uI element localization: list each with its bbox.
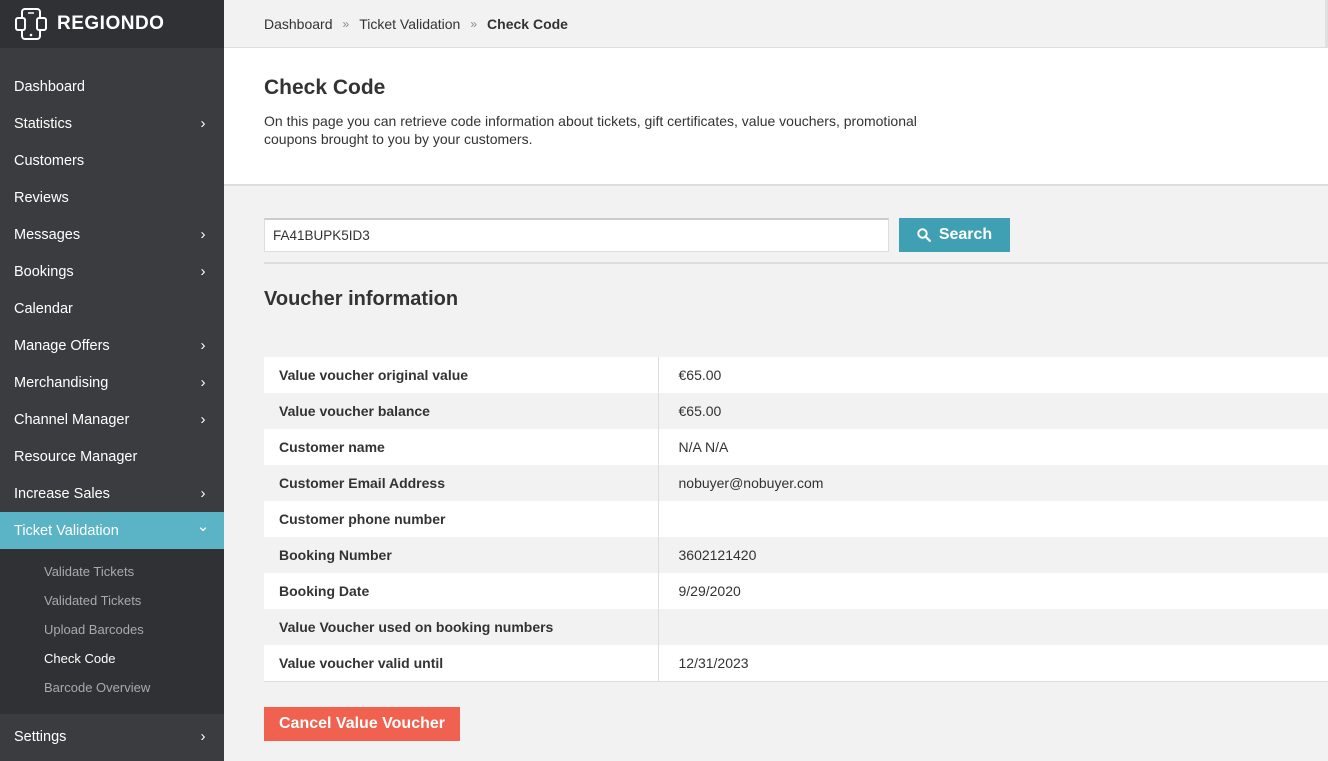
sidebar-item-label: Dashboard bbox=[14, 78, 85, 95]
sidebar-item-label: Customers bbox=[14, 152, 85, 169]
sidebar-item-statistics[interactable]: Statistics › bbox=[0, 105, 224, 142]
voucher-info-title: Voucher information bbox=[264, 288, 459, 310]
sidebar-nav: Dashboard Statistics › Customers Reviews Mess… bbox=[0, 48, 224, 714]
table-row: Customer Email Address nobuyer@nobuyer.co… bbox=[264, 465, 1328, 501]
breadcrumb: Dashboard » Ticket Validation » Check Co… bbox=[224, 0, 1328, 48]
chevron-right-icon: › bbox=[200, 373, 206, 391]
table-row: Customer phone number bbox=[264, 501, 1328, 537]
info-value: €65.00 bbox=[658, 393, 1328, 429]
sidebar-item-label: Calendar bbox=[14, 300, 73, 317]
regiondo-logo-icon bbox=[15, 8, 47, 40]
subnav-item-validated-tickets[interactable]: Validated Tickets bbox=[0, 586, 224, 615]
sidebar-item-label: Channel Manager bbox=[14, 411, 130, 428]
sidebar-item-label: Merchandising bbox=[14, 374, 109, 391]
info-key: Value voucher original value bbox=[264, 357, 659, 393]
sidebar-item-increase-sales[interactable]: Increase Sales › bbox=[0, 475, 224, 512]
sidebar-item-messages[interactable]: Messages › bbox=[0, 216, 224, 253]
breadcrumb-dashboard[interactable]: Dashboard bbox=[264, 16, 333, 32]
info-key: Value voucher valid until bbox=[264, 645, 659, 682]
subnav-item-check-code[interactable]: Check Code bbox=[0, 644, 224, 673]
chevron-right-icon: › bbox=[200, 410, 206, 428]
chevron-right-icon: › bbox=[200, 484, 206, 502]
sidebar-item-settings[interactable]: Settings › bbox=[0, 718, 224, 755]
page-title: Check Code bbox=[264, 76, 386, 99]
brand-name: REGIONDO bbox=[57, 13, 165, 34]
subnav-item-validate-tickets[interactable]: Validate Tickets bbox=[0, 557, 224, 586]
voucher-info-table: Value voucher original value €65.00 Value … bbox=[264, 357, 1328, 682]
ticket-validation-subnav: Validate Tickets Validated Tickets Upload … bbox=[0, 549, 224, 714]
subnav-item-upload-barcodes[interactable]: Upload Barcodes bbox=[0, 615, 224, 644]
info-value: nobuyer@nobuyer.com bbox=[658, 465, 1328, 501]
info-value: 3602121420 bbox=[658, 537, 1328, 573]
table-row: Value Voucher used on booking numbers bbox=[264, 609, 1328, 645]
search-row: Search bbox=[264, 218, 1010, 252]
main-content: Dashboard » Ticket Validation » Check Co… bbox=[224, 0, 1328, 761]
info-value bbox=[658, 609, 1328, 645]
sidebar-item-label: Settings bbox=[14, 728, 67, 745]
chevron-down-icon: ⌄ bbox=[196, 517, 210, 535]
logo-bar[interactable]: REGIONDO bbox=[0, 0, 224, 48]
sidebar-item-reviews[interactable]: Reviews bbox=[0, 179, 224, 216]
search-button[interactable]: Search bbox=[899, 218, 1010, 252]
table-row: Value voucher balance €65.00 bbox=[264, 393, 1328, 429]
chevron-right-icon: › bbox=[200, 225, 206, 243]
sidebar-item-label: Statistics bbox=[14, 115, 73, 132]
table-row: Value voucher valid until 12/31/2023 bbox=[264, 645, 1328, 682]
sidebar-item-label: Manage Offers bbox=[14, 337, 110, 354]
sidebar-item-ticket-validation[interactable]: Ticket Validation ⌄ bbox=[0, 512, 224, 549]
info-value: 12/31/2023 bbox=[658, 645, 1328, 682]
sidebar-item-label: Bookings bbox=[14, 263, 74, 280]
breadcrumb-check-code: Check Code bbox=[487, 15, 568, 32]
info-key: Booking Number bbox=[264, 537, 659, 573]
info-key: Booking Date bbox=[264, 573, 659, 609]
divider bbox=[264, 262, 1328, 264]
table-row: Value voucher original value €65.00 bbox=[264, 357, 1328, 393]
sidebar-item-label: Ticket Validation bbox=[14, 522, 119, 539]
info-value: N/A N/A bbox=[658, 429, 1328, 465]
info-key: Customer phone number bbox=[264, 501, 659, 537]
sidebar-item-resource-manager[interactable]: Resource Manager bbox=[0, 438, 224, 475]
chevron-right-icon: › bbox=[200, 262, 206, 280]
chevron-right-icon: › bbox=[200, 727, 206, 745]
subnav-item-barcode-overview[interactable]: Barcode Overview bbox=[0, 673, 224, 702]
sidebar-item-customers[interactable]: Customers bbox=[0, 142, 224, 179]
table-row: Booking Date 9/29/2020 bbox=[264, 573, 1328, 609]
breadcrumb-separator: » bbox=[470, 16, 478, 31]
chevron-right-icon: › bbox=[200, 336, 206, 354]
sidebar-item-merchandising[interactable]: Merchandising › bbox=[0, 364, 224, 401]
table-row: Booking Number 3602121420 bbox=[264, 537, 1328, 573]
info-key: Customer name bbox=[264, 429, 659, 465]
code-search-input[interactable] bbox=[264, 218, 889, 252]
breadcrumb-ticket-validation[interactable]: Ticket Validation bbox=[359, 16, 460, 32]
sidebar-item-manage-offers[interactable]: Manage Offers › bbox=[0, 327, 224, 364]
page-header: Check Code On this page you can retrieve… bbox=[224, 48, 1328, 186]
search-icon bbox=[917, 228, 931, 242]
sidebar-item-bookings[interactable]: Bookings › bbox=[0, 253, 224, 290]
info-key: Value Voucher used on booking numbers bbox=[264, 609, 659, 645]
sidebar-item-label: Increase Sales bbox=[14, 485, 110, 502]
info-value: €65.00 bbox=[658, 357, 1328, 393]
sidebar-item-calendar[interactable]: Calendar bbox=[0, 290, 224, 327]
info-key: Value voucher balance bbox=[264, 393, 659, 429]
info-value bbox=[658, 501, 1328, 537]
table-row: Customer name N/A N/A bbox=[264, 429, 1328, 465]
sidebar-item-label: Reviews bbox=[14, 189, 69, 206]
cancel-value-voucher-button[interactable]: Cancel Value Voucher bbox=[264, 707, 460, 741]
sidebar-item-channel-manager[interactable]: Channel Manager › bbox=[0, 401, 224, 438]
info-key: Customer Email Address bbox=[264, 465, 659, 501]
breadcrumb-separator: » bbox=[342, 16, 350, 31]
sidebar-item-dashboard[interactable]: Dashboard bbox=[0, 68, 224, 105]
sidebar-item-label: Resource Manager bbox=[14, 448, 138, 465]
sidebar: REGIONDO Dashboard Statistics › Customers Re… bbox=[0, 0, 224, 761]
search-button-label: Search bbox=[938, 226, 993, 243]
page-description: On this page you can retrieve code infor… bbox=[264, 113, 917, 147]
info-value: 9/29/2020 bbox=[658, 573, 1328, 609]
sidebar-item-label: Messages bbox=[14, 226, 81, 243]
chevron-right-icon: › bbox=[200, 114, 206, 132]
